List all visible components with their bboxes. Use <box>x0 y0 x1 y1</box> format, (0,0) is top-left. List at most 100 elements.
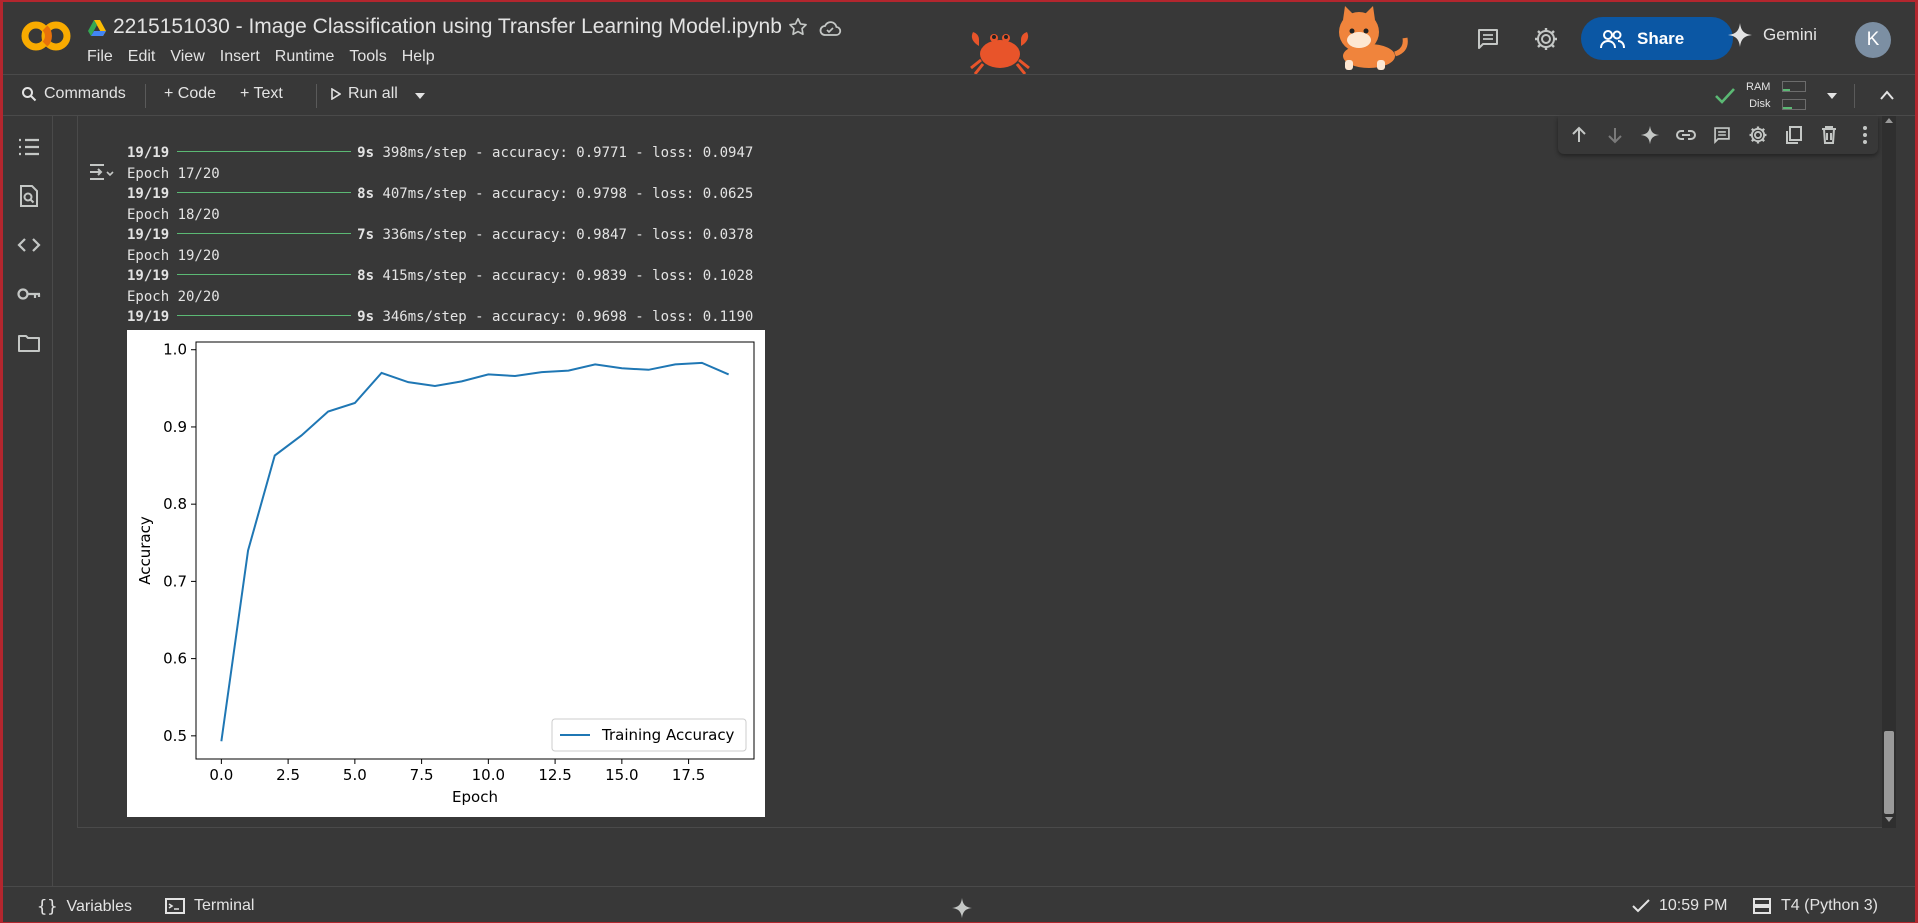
add-text-label: + Text <box>240 85 283 102</box>
terminal-button[interactable]: Terminal <box>165 897 254 915</box>
step-time: 9s <box>357 309 375 325</box>
share-label: Share <box>1637 28 1685 48</box>
plot-frame <box>195 341 755 760</box>
share-people-icon <box>1600 29 1625 48</box>
step-count: 19/19 <box>127 268 170 284</box>
step-metrics: 336ms/step - accuracy: 0.9847 - loss: 0.… <box>374 227 754 243</box>
scroll-up-arrow-icon[interactable] <box>1884 116 1894 124</box>
terminal-icon <box>165 898 185 914</box>
console-line: 19/19 9s 346ms/step - accuracy: 0.9698 - … <box>127 307 1127 328</box>
runtime-server-icon <box>1753 898 1771 914</box>
step-metrics: 415ms/step - accuracy: 0.9839 - loss: 0.… <box>374 268 754 284</box>
ram-label: RAM <box>1746 81 1771 93</box>
progress-bar <box>177 192 352 193</box>
comment-icon[interactable] <box>1475 26 1501 52</box>
chevron-down-icon[interactable] <box>1825 91 1839 101</box>
play-icon <box>331 88 341 100</box>
add-text-button[interactable]: + Text <box>240 85 283 103</box>
chevron-down-icon[interactable] <box>413 91 427 101</box>
cloud-icon[interactable] <box>818 17 842 39</box>
chevron-up-icon[interactable] <box>1879 89 1895 101</box>
legend-label: Training Accuracy <box>601 726 735 744</box>
runtime-info[interactable]: T4 (Python 3) <box>1752 897 1878 915</box>
x-tick-label: 17.5 <box>672 766 705 784</box>
step-count: 19/19 <box>127 309 170 325</box>
progress-bar <box>177 274 352 275</box>
console-line: 19/19 9s 398ms/step - accuracy: 0.9771 - … <box>127 143 1127 164</box>
braces-icon: {} <box>37 897 58 917</box>
gemini-button[interactable]: Gemini <box>1725 22 1817 48</box>
variables-label: Variables <box>66 898 132 915</box>
output-viewport: 19/19 9s 398ms/step - accuracy: 0.9771 - … <box>3 116 1873 828</box>
scroll-down-arrow-icon[interactable] <box>1884 816 1894 824</box>
cat-mascot-icon <box>1339 6 1408 70</box>
x-tick-label: 12.5 <box>538 766 571 784</box>
variables-button[interactable]: {} Variables <box>37 897 132 917</box>
menu-file[interactable]: File <box>87 48 122 66</box>
notebook-title[interactable]: 2215151030 - Image Classification using … <box>113 15 782 39</box>
console-line: 19/19 8s 407ms/step - accuracy: 0.9798 - … <box>127 184 1127 205</box>
step-time: 8s <box>357 268 375 284</box>
disk-label: Disk <box>1749 98 1771 110</box>
gemini-label: Gemini <box>1763 25 1817 44</box>
console-text: Epoch 17/20 <box>127 165 220 182</box>
menu-insert[interactable]: Insert <box>220 48 269 66</box>
console-line: Epoch 17/20 <box>127 164 1127 185</box>
gemini-sparkle-icon <box>1728 23 1752 47</box>
step-time: 9s <box>357 145 375 161</box>
crab-mascot-icon <box>970 32 1030 75</box>
accuracy-chart: 0.0 2.5 5.0 7.5 10.0 12.5 15.0 17.5 0.5 0.6 0.7 0.8… <box>136 341 755 806</box>
star-icon[interactable] <box>787 16 809 38</box>
step-count: 19/19 <box>127 227 170 243</box>
colab-logo-icon[interactable] <box>21 16 71 56</box>
resource-labels[interactable]: RAM Disk <box>1746 79 1770 113</box>
menu-runtime[interactable]: Runtime <box>275 48 344 66</box>
y-axis-label: Accuracy <box>136 516 154 585</box>
run-all-button[interactable]: Run all <box>331 85 398 103</box>
step-count: 19/19 <box>127 186 170 202</box>
y-tick-label: 0.6 <box>163 650 187 668</box>
vertical-scrollbar[interactable] <box>1882 116 1896 828</box>
menu-help[interactable]: Help <box>402 48 444 66</box>
toolbar-divider <box>145 84 146 108</box>
accuracy-plot: 0.0 2.5 5.0 7.5 10.0 12.5 15.0 17.5 0.5 0.6 0.7 0.8… <box>127 330 765 817</box>
x-tick-label: 10.0 <box>472 766 505 784</box>
console-text: Epoch 19/20 <box>127 247 220 264</box>
run-all-label: Run all <box>348 85 398 102</box>
progress-bar <box>177 233 352 234</box>
avatar[interactable]: K <box>1855 22 1891 58</box>
y-tick-label: 0.5 <box>163 727 187 745</box>
menu-view[interactable]: View <box>170 48 213 66</box>
scrollbar-thumb[interactable] <box>1884 731 1894 814</box>
progress-bar <box>177 315 352 316</box>
menu-edit[interactable]: Edit <box>128 48 165 66</box>
menu-tools[interactable]: Tools <box>349 48 395 66</box>
console-line: 19/19 8s 415ms/step - accuracy: 0.9839 - … <box>127 266 1127 287</box>
colab-window: 2215151030 - Image Classification using … <box>0 0 1918 923</box>
connected-check-icon[interactable] <box>1714 87 1736 105</box>
console-text: Epoch 20/20 <box>127 288 220 305</box>
commands-button[interactable]: Commands <box>21 85 126 103</box>
console-line: Epoch 20/20 <box>127 287 1127 308</box>
x-tick-label: 5.0 <box>343 766 367 784</box>
execution-time[interactable]: 10:59 PM <box>1632 897 1727 915</box>
console-line: 19/19 7s 336ms/step - accuracy: 0.9847 - … <box>127 225 1127 246</box>
y-tick-label: 0.9 <box>163 418 187 436</box>
x-tick-label: 0.0 <box>209 766 233 784</box>
gear-icon[interactable] <box>1533 26 1559 52</box>
x-tick-label: 2.5 <box>276 766 300 784</box>
check-icon <box>1632 899 1650 913</box>
share-button[interactable]: Share <box>1581 17 1733 60</box>
x-tick-label: 7.5 <box>410 766 434 784</box>
y-tick-label: 0.8 <box>163 495 187 513</box>
runtime-label: T4 (Python 3) <box>1781 897 1878 914</box>
step-metrics: 346ms/step - accuracy: 0.9698 - loss: 0.… <box>374 309 754 325</box>
add-code-button[interactable]: + Code <box>164 85 216 103</box>
header: 2215151030 - Image Classification using … <box>3 2 1915 75</box>
notebook-toolbar: Commands + Code + Text Run all RAM Disk <box>3 74 1915 116</box>
gemini-sparkle-icon[interactable] <box>951 897 973 919</box>
toolbar-divider <box>316 84 317 108</box>
step-metrics: 407ms/step - accuracy: 0.9798 - loss: 0.… <box>374 186 754 202</box>
console-text: Epoch 18/20 <box>127 206 220 223</box>
drive-icon[interactable] <box>87 19 107 37</box>
